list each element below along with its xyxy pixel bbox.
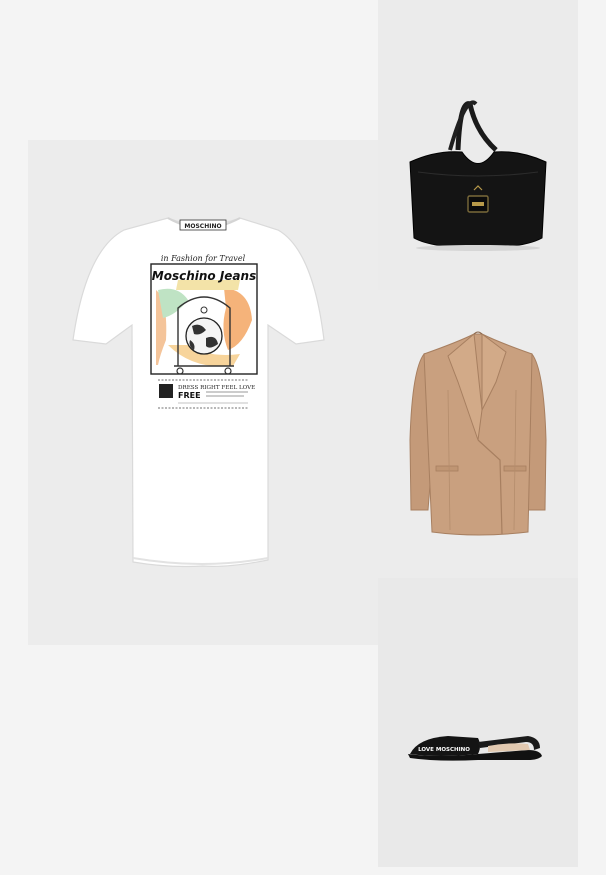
print-tagline: in Fashion for Travel (161, 254, 246, 263)
globe-icon (185, 317, 223, 355)
shoe-brand-text: LOVE MOSCHINO (418, 747, 470, 753)
neck-label-text: MOSCHINO (184, 223, 221, 230)
slingback-flat-image: LOVE MOSCHINO (408, 736, 542, 761)
print-footer-free: FREE (178, 391, 201, 400)
product-tile-dress[interactable]: MOSCHINO in Fashion for Travel Moschino … (28, 140, 378, 645)
outfit-board: { "board": { "title": "", "colors": { "p… (0, 0, 606, 875)
print-badge (159, 384, 173, 398)
blazer-image (409, 331, 547, 536)
product-tile-blazer[interactable] (378, 290, 578, 578)
handbag-image (409, 100, 547, 251)
product-tile-shoe[interactable]: LOVE MOSCHINO (378, 578, 578, 867)
print-brand: Moschino Jeans (152, 269, 256, 283)
product-tile-bag[interactable] (378, 0, 578, 290)
tshirt-dress-image: MOSCHINO in Fashion for Travel Moschino … (72, 217, 325, 568)
